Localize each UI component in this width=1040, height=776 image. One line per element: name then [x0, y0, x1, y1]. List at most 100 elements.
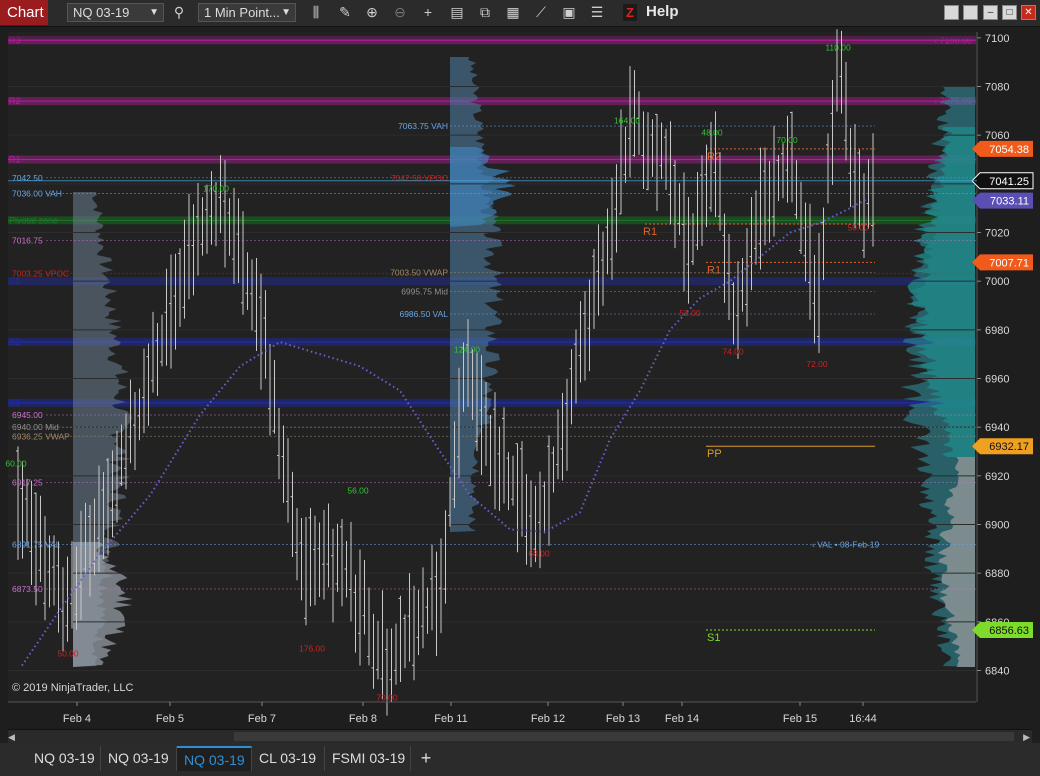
crosshair-icon[interactable]: + — [418, 3, 438, 22]
time-tick-label: Feb 15 — [783, 713, 817, 725]
time-tick-label: Feb 14 — [665, 713, 699, 725]
swing-label: 56.00 — [347, 485, 369, 495]
tab-nq-2[interactable]: NQ 03-19 — [101, 746, 177, 771]
search-icon[interactable]: ⚲ — [169, 3, 189, 22]
data-box-icon[interactable]: ▤ — [447, 3, 467, 22]
window-title: Chart — [0, 0, 48, 25]
interval-label: 1 Min Point... — [204, 5, 280, 20]
profile-level-label: 6891.75 VAL — [12, 540, 61, 550]
chart-style-icon[interactable]: ⧉ — [475, 3, 495, 22]
maximize-icon[interactable]: □ — [1002, 5, 1017, 20]
zoom-in-icon[interactable]: ⊕ — [362, 3, 382, 22]
price-tick-label: 7080 — [985, 82, 1009, 94]
time-tick-label: Feb 5 — [156, 713, 184, 725]
time-tick-label: Feb 12 — [531, 713, 565, 725]
instrument-label: NQ 03-19 — [73, 5, 130, 20]
profile-level-label: 7016.75 — [12, 235, 43, 245]
horizontal-scrollbar[interactable]: ◀ ▶ — [8, 729, 1032, 744]
swing-label: 50.00 — [847, 223, 869, 233]
tab-cl[interactable]: CL 03-19 — [252, 746, 325, 771]
scroll-left-icon[interactable]: ◀ — [8, 732, 18, 743]
profile-level-label: 7003.25 VPOC — [12, 268, 69, 278]
minimize-icon[interactable]: – — [983, 5, 998, 20]
level-band-label: S3 — [9, 398, 20, 408]
indicators-icon[interactable]: ▦ — [503, 3, 523, 22]
title-bar: Chart NQ 03-19 ▼ ⚲ 1 Min Point... ▼ ⫼ ✎ ⊕ … — [0, 0, 1040, 27]
swing-label: 176.00 — [299, 644, 325, 654]
price-tick-label: 6840 — [985, 666, 1009, 678]
pivot-label: S1 — [707, 632, 720, 644]
level-band-label: Pivotal zone — [9, 215, 58, 225]
swing-label: 170.00 — [203, 184, 229, 194]
swing-label: 164.00 — [614, 116, 640, 126]
swing-label: 68.00 — [528, 549, 550, 559]
scroll-thumb[interactable] — [234, 732, 1014, 741]
close-icon[interactable]: ✕ — [1021, 5, 1036, 20]
pin-icon[interactable] — [963, 5, 978, 20]
profile-level-label: 6986.50 VAL — [399, 309, 448, 319]
time-tick-label: 16:44 — [849, 713, 877, 725]
chart-tabs: NQ 03-19 NQ 03-19 NQ 03-19 CL 03-19 FSMI… — [0, 743, 1040, 776]
profile-level-label: 6873.50 — [12, 584, 43, 594]
profile-level-label: 7036.00 VAH — [12, 189, 62, 199]
profile-level-label: 7003.50 VWAP — [390, 268, 448, 278]
level-band-label: S2 — [9, 337, 20, 347]
level-band-label: R3 — [9, 35, 21, 45]
help-menu[interactable]: Help — [646, 3, 679, 20]
copyright-label: © 2019 NinjaTrader, LLC — [12, 682, 133, 694]
band-price-label: ‹ 7100.00 — [934, 35, 972, 45]
pivot-label: R2 — [707, 151, 721, 163]
swing-label: 110.00 — [825, 43, 851, 53]
scroll-right-icon[interactable]: ▶ — [1023, 732, 1030, 743]
interval-selector[interactable]: 1 Min Point... ▼ — [198, 3, 296, 22]
level-band-label: R1 — [9, 155, 21, 165]
strategies-icon[interactable]: ⟋ — [531, 3, 551, 22]
tab-nq-1[interactable]: NQ 03-19 — [27, 746, 101, 771]
price-badge-label: 7033.11 — [990, 196, 1029, 208]
swing-label: 70.00 — [376, 692, 398, 702]
price-tick-label: 6880 — [985, 568, 1009, 580]
profile-level-label: 6917.25 — [12, 478, 43, 488]
bar-type-icon[interactable]: ⫼ — [306, 3, 326, 22]
zoom-out-icon[interactable]: ⊖ — [390, 3, 410, 22]
swing-label: 72.00 — [806, 359, 828, 369]
price-tick-label: 7000 — [985, 276, 1009, 288]
price-tick-label: 6940 — [985, 422, 1009, 434]
price-tick-label: 6900 — [985, 520, 1009, 532]
properties-icon[interactable]: ☰ — [587, 3, 607, 22]
profile-level-label: ‹ VAL • 08-Feb-19 — [812, 540, 880, 550]
price-chart[interactable]: R3R2R1Pivotal zoneS1S2S3‹ 7100.00‹ 7075.… — [0, 27, 1040, 729]
price-badge-label: 7007.71 — [989, 257, 1029, 269]
z-icon[interactable]: Z — [623, 4, 637, 21]
profile-level-label: 6936.25 VWAP — [12, 431, 70, 441]
swing-label: 48.00 — [701, 128, 723, 138]
pivot-label: R1 — [707, 264, 721, 276]
profile-level-label: 7063.75 VAH — [398, 121, 448, 131]
swing-label: 58.00 — [679, 308, 701, 318]
time-tick-label: Feb 8 — [349, 713, 377, 725]
price-badge-label: 6932.17 — [989, 441, 1029, 453]
swing-label: 70.00 — [776, 135, 798, 145]
price-tick-label: 7060 — [985, 130, 1009, 142]
price-tick-label: 7020 — [985, 228, 1009, 240]
time-tick-label: Feb 7 — [248, 713, 276, 725]
chevron-down-icon: ▼ — [149, 7, 159, 18]
tab-fsmi[interactable]: FSMI 03-19 — [325, 746, 411, 771]
instrument-selector[interactable]: NQ 03-19 ▼ — [67, 3, 164, 22]
price-badge-label: 7041.25 — [989, 176, 1029, 188]
swing-label: 74.00 — [722, 347, 744, 357]
add-tab-button[interactable]: + — [414, 746, 438, 771]
pivot-label: R1 — [643, 226, 657, 238]
swing-label: 60.00 — [5, 459, 27, 469]
price-tick-label: 6960 — [985, 374, 1009, 386]
templates-icon[interactable]: ▣ — [559, 3, 579, 22]
profile-level-label: 6995.75 Mid — [401, 287, 448, 297]
price-badge-label: 7054.38 — [989, 144, 1029, 156]
draw-icon[interactable]: ✎ — [335, 3, 355, 22]
level-band-label: R2 — [9, 96, 21, 106]
restore-icon[interactable] — [944, 5, 959, 20]
price-tick-label: 7100 — [985, 33, 1009, 45]
time-tick-label: Feb 11 — [434, 713, 467, 725]
time-tick-label: Feb 4 — [63, 713, 91, 725]
tab-nq-3[interactable]: NQ 03-19 — [177, 746, 252, 771]
